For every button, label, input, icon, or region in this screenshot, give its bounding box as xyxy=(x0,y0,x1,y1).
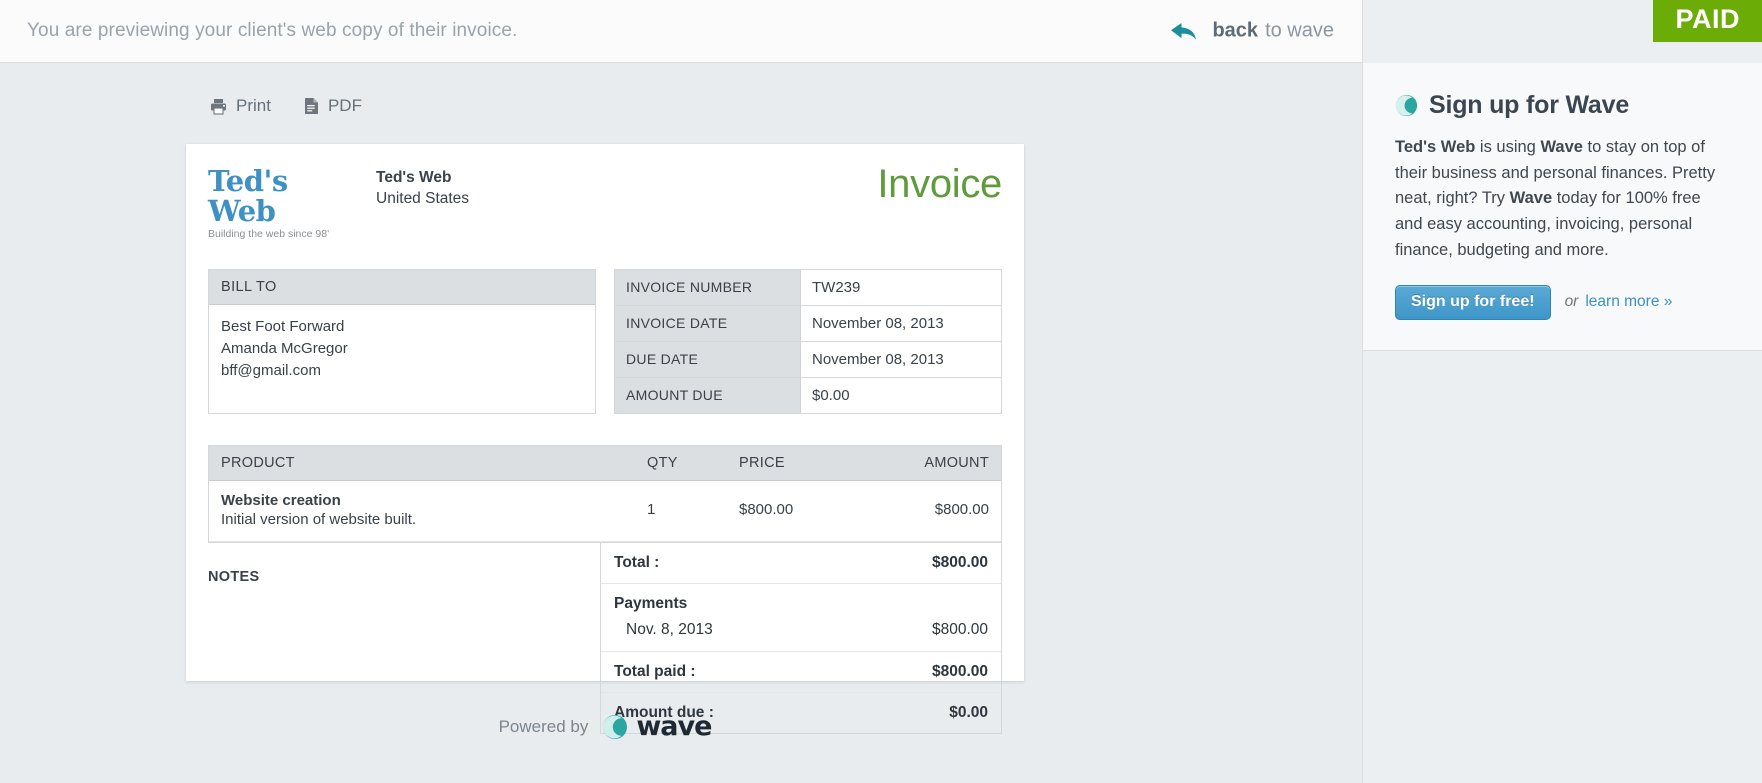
invoice-header: Ted's Web Building the web since 98' Ted… xyxy=(208,162,1002,240)
detail-row: INVOICE DATE November 08, 2013 xyxy=(615,305,1001,342)
notes-label: NOTES xyxy=(208,568,260,585)
detail-row: INVOICE NUMBER TW239 xyxy=(615,269,1001,306)
detail-value: November 08, 2013 xyxy=(801,305,1001,341)
payment-row: Nov. 8, 2013 $800.00 xyxy=(614,621,988,639)
status-badge: PAID xyxy=(1653,0,1762,42)
line-item-qty: 1 xyxy=(647,501,656,519)
back-label-rest: to wave xyxy=(1265,19,1334,42)
wave-wordmark: wave xyxy=(636,711,712,742)
print-label: Print xyxy=(236,96,271,115)
total-value: $800.00 xyxy=(931,553,988,571)
line-item-description: Initial version of website built. xyxy=(221,510,417,528)
total-row: Total : $800.00 xyxy=(601,543,1001,584)
payments-section: Payments Nov. 8, 2013 $800.00 xyxy=(601,584,1001,652)
promo-text: is using xyxy=(1475,138,1541,156)
totals-table: Total : $800.00 Payments Nov. 8, 2013 $8… xyxy=(600,542,1002,734)
signup-button[interactable]: Sign up for free! xyxy=(1395,284,1551,320)
header-product: PRODUCT xyxy=(221,454,295,471)
wave-logo-icon xyxy=(1395,94,1418,117)
bill-to-line: Best Foot Forward xyxy=(221,317,345,335)
back-to-wave-link[interactable]: back to wave xyxy=(1169,20,1334,43)
bill-to-card: BILL TO Best Foot Forward Amanda McGrego… xyxy=(208,268,596,414)
line-item-amount: $800.00 xyxy=(934,501,989,519)
line-items-header: PRODUCT QTY PRICE AMOUNT xyxy=(209,445,1001,481)
total-paid-value: $800.00 xyxy=(931,662,988,680)
invoice-content-area: Print PDF Ted's Web Building the web sin… xyxy=(0,63,1362,783)
payment-date: Nov. 8, 2013 xyxy=(626,620,713,638)
promo-body: Ted's Web is using Wave to stay on top o… xyxy=(1395,135,1731,264)
total-paid-label: Total paid : xyxy=(614,662,696,680)
detail-row: AMOUNT DUE $0.00 xyxy=(615,377,1001,413)
line-item-name: Website creation xyxy=(221,491,341,509)
document-icon xyxy=(304,98,318,114)
total-paid-row: Total paid : $800.00 xyxy=(601,652,1001,693)
detail-key: DUE DATE xyxy=(615,341,801,377)
document-toolbar: Print PDF xyxy=(210,96,395,116)
detail-row: DUE DATE November 08, 2013 xyxy=(615,341,1001,378)
invoice-details-table: INVOICE NUMBER TW239 INVOICE DATE Novemb… xyxy=(614,268,1002,414)
logo-tagline: Building the web since 98' xyxy=(208,227,330,240)
or-label: or xyxy=(1564,293,1579,311)
detail-value: TW239 xyxy=(801,269,1001,305)
bill-to-body: Best Foot Forward Amanda McGregor bff@gm… xyxy=(209,305,595,396)
invoice-heading: Invoice xyxy=(877,162,1002,206)
business-name: Ted's Web xyxy=(376,169,452,186)
promo-sidebar: PAID Sign up for Wave Ted's Web is using… xyxy=(1362,0,1762,783)
header-qty: QTY xyxy=(647,454,678,471)
preview-topbar: You are previewing your client's web cop… xyxy=(0,0,1362,63)
header-price: PRICE xyxy=(739,454,785,471)
header-amount: AMOUNT xyxy=(924,454,989,471)
bill-to-header: BILL TO xyxy=(209,269,595,305)
learn-more-link[interactable]: learn more » xyxy=(1585,293,1672,311)
pdf-button[interactable]: PDF xyxy=(304,96,362,116)
promo-header: Sign up for Wave xyxy=(1395,91,1731,120)
logo-wordmark: Ted's Web xyxy=(208,164,288,229)
detail-value: $0.00 xyxy=(801,377,1001,413)
line-item-price: $800.00 xyxy=(739,501,794,519)
promo-brand: Wave xyxy=(1509,189,1553,208)
promo-business-name: Ted's Web xyxy=(1395,138,1476,156)
total-label: Total : xyxy=(614,553,660,571)
promo-actions: Sign up for free! or learn more » xyxy=(1395,284,1731,320)
table-row: Website creation Initial version of webs… xyxy=(209,481,1001,542)
company-logo: Ted's Web Building the web since 98' xyxy=(208,166,360,240)
business-info: Ted's Web United States xyxy=(376,166,469,210)
notes-section: NOTES xyxy=(208,543,600,734)
bill-to-line: Amanda McGregor xyxy=(221,339,348,357)
bill-to-line: bff@gmail.com xyxy=(221,361,321,379)
print-button[interactable]: Print xyxy=(210,96,271,116)
arrow-left-icon xyxy=(1171,22,1197,40)
back-label-strong: back xyxy=(1212,19,1259,42)
invoice-sheet: Ted's Web Building the web since 98' Ted… xyxy=(186,144,1024,734)
line-items-table: PRODUCT QTY PRICE AMOUNT Website creatio… xyxy=(208,444,1002,543)
powered-by-label: Powered by xyxy=(498,716,589,736)
payments-title: Payments xyxy=(614,594,688,612)
printer-icon xyxy=(211,98,226,115)
detail-key: INVOICE DATE xyxy=(615,305,801,341)
business-country: United States xyxy=(376,189,470,207)
powered-by-footer: Powered by wave xyxy=(0,711,1210,742)
line-item-product: Website creation Initial version of webs… xyxy=(221,492,647,528)
signup-promo-card: Sign up for Wave Ted's Web is using Wave… xyxy=(1363,63,1762,351)
preview-message: You are previewing your client's web cop… xyxy=(27,20,518,41)
detail-key: INVOICE NUMBER xyxy=(615,269,801,305)
wave-logo-icon xyxy=(603,714,628,739)
pdf-label: PDF xyxy=(327,96,362,115)
detail-value: November 08, 2013 xyxy=(801,341,1001,377)
detail-key: AMOUNT DUE xyxy=(615,377,801,413)
promo-title: Sign up for Wave xyxy=(1429,91,1630,119)
promo-brand: Wave xyxy=(1540,138,1583,156)
payment-amount: $800.00 xyxy=(931,620,988,638)
